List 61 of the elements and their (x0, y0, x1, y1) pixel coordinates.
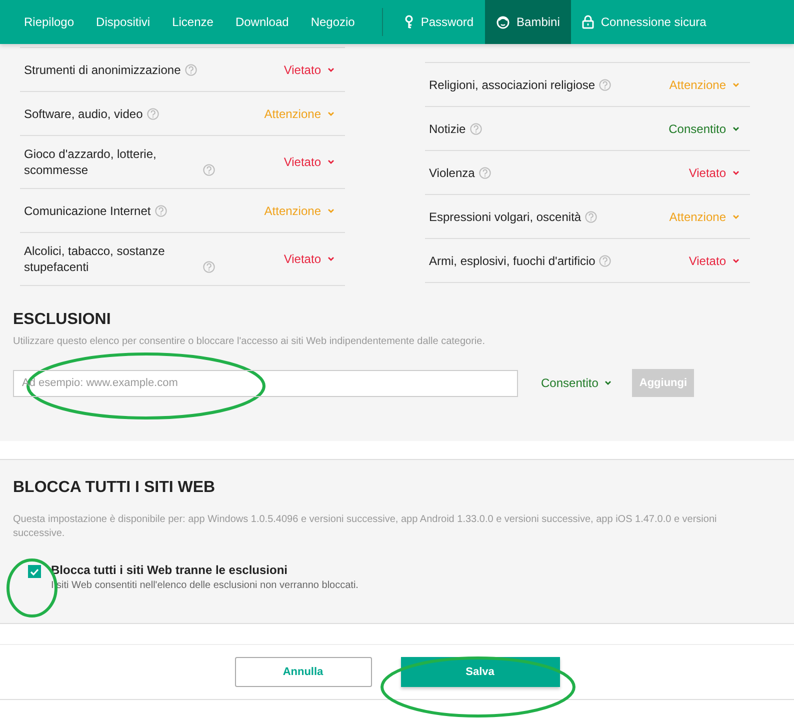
caret-icon (327, 66, 335, 72)
status-dropdown[interactable]: Attenzione (669, 78, 746, 92)
mode-dropdown[interactable]: Consentito (541, 376, 618, 390)
help-icon[interactable] (146, 108, 159, 120)
section-title: ESCLUSIONI (13, 311, 112, 329)
category-label: Espressioni volgari, oscenità (429, 208, 582, 224)
caret-icon (327, 256, 335, 262)
help-icon[interactable] (478, 166, 491, 178)
nav-tab[interactable]: Connessione sicura (570, 0, 718, 44)
nav-link[interactable]: Download (224, 0, 300, 44)
help-icon[interactable] (154, 204, 167, 216)
status-dropdown[interactable]: Vietato (688, 166, 746, 180)
category-label: Comunicazione Internet (24, 202, 151, 218)
section-description: Utilizzare questo elenco per consentire o bloccare l'accesso ai siti Web indipendentemente dalle categorie. (13, 335, 486, 349)
nav-link[interactable]: Dispositivi (85, 0, 162, 44)
status-dropdown[interactable]: Attenzione (669, 210, 746, 224)
nav-tab[interactable]: Password (392, 0, 485, 44)
caret-icon (327, 159, 335, 165)
nav-link[interactable]: Licenze (161, 0, 224, 44)
help-icon[interactable] (203, 164, 215, 176)
checkbox[interactable] (28, 565, 41, 578)
nav-link[interactable]: Negozio (300, 0, 366, 44)
status-dropdown[interactable]: Vietato (284, 155, 341, 169)
category-label: Gioco d'azzardo, lotterie, scommesse (24, 146, 158, 178)
caret-icon (732, 82, 740, 88)
status-dropdown[interactable]: Consentito (668, 122, 746, 136)
status-dropdown[interactable]: Attenzione (264, 106, 341, 120)
key-icon (404, 15, 414, 29)
help-icon[interactable] (470, 122, 482, 134)
section-title: BLOCCA TUTTI I SITI WEB (13, 479, 216, 497)
child-face-icon (496, 15, 510, 29)
cancel-button[interactable]: Annulla (234, 657, 372, 687)
category-label: Religioni, associazioni religiose (429, 76, 596, 92)
save-button[interactable]: Salva (400, 657, 560, 687)
caret-icon (327, 110, 335, 116)
help-icon[interactable] (599, 254, 612, 266)
caret-icon (732, 214, 740, 220)
help-icon[interactable] (184, 64, 197, 76)
nav-tab[interactable]: Bambini (484, 0, 571, 44)
category-label: Violenza (429, 164, 475, 180)
status-dropdown[interactable]: Vietato (284, 252, 341, 266)
category-label: Notizie (429, 120, 466, 136)
caret-icon (732, 170, 740, 176)
caret-icon (604, 380, 612, 386)
status-dropdown[interactable]: Attenzione (264, 204, 341, 218)
category-label: Software, audio, video (24, 106, 143, 122)
section-description: Questa impostazione è disponibile per: app Windows 1.0.5.4096 e versioni successive, app Android 1.33.0.0 e versioni successive, app iOS 1.47.0.0 e versioni successive. (13, 513, 718, 541)
nav-link[interactable]: Riepilogo (13, 0, 86, 44)
caret-icon (732, 258, 740, 264)
caret-icon (327, 208, 335, 214)
help-icon[interactable] (585, 210, 598, 222)
help-icon[interactable] (203, 261, 215, 273)
caret-icon (732, 126, 740, 132)
checkbox-label: Blocca tutti i siti Web tranne le esclusioni (51, 563, 288, 577)
category-label: Strumenti di anonimizzazione (24, 62, 181, 78)
category-label: Armi, esplosivi, fuochi d'artificio (429, 252, 596, 268)
status-dropdown[interactable]: Vietato (284, 62, 341, 76)
help-icon[interactable] (599, 78, 612, 90)
category-label: Alcolici, tabacco, sostanze stupefacenti (24, 243, 166, 275)
lock-icon (582, 15, 594, 29)
status-dropdown[interactable]: Vietato (688, 254, 746, 268)
